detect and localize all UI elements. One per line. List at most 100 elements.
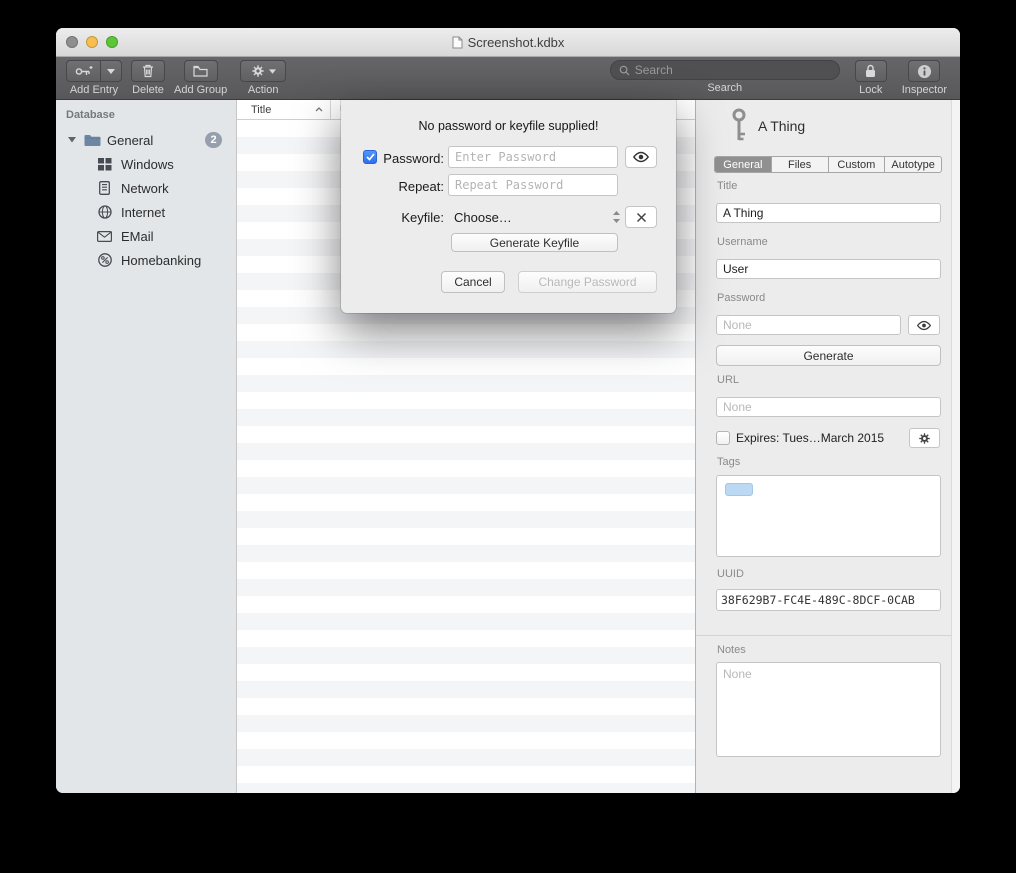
generate-keyfile-label: Generate Keyfile (490, 236, 579, 250)
disclosure-triangle-icon[interactable] (68, 137, 78, 143)
key-plus-icon (67, 61, 101, 81)
password-field-label: Password (717, 292, 765, 304)
password-input[interactable] (716, 315, 901, 335)
sidebar-group-general[interactable]: General 2 (56, 128, 236, 152)
homebanking-percent-icon (96, 253, 113, 267)
password-label: Password: (381, 151, 444, 166)
sidebar-item-label: Windows (121, 157, 174, 172)
tags-field-label: Tags (717, 456, 740, 468)
add-group-button[interactable] (184, 60, 218, 82)
generate-password-button[interactable]: Generate (716, 345, 941, 366)
add-entry-button[interactable] (66, 60, 122, 82)
sidebar-item-email[interactable]: EMail (56, 224, 236, 248)
sort-ascending-icon (315, 107, 323, 112)
chevron-down-icon (269, 69, 276, 74)
lock-icon (865, 64, 876, 78)
sidebar-item-label: EMail (121, 229, 154, 244)
uuid-field-label: UUID (717, 568, 744, 580)
username-input[interactable] (716, 259, 941, 279)
tags-input-area[interactable] (716, 475, 941, 557)
email-envelope-icon (96, 231, 113, 242)
gear-icon (918, 432, 931, 445)
uuid-input[interactable] (716, 589, 941, 611)
trash-icon (142, 64, 154, 78)
zoom-button[interactable] (106, 36, 118, 48)
traffic-lights (66, 36, 118, 48)
sidebar-group-label: General (107, 133, 153, 148)
reveal-password-button[interactable] (625, 146, 657, 168)
dialog-repeat-input[interactable] (448, 174, 618, 196)
generate-label: Generate (803, 349, 853, 363)
url-input[interactable] (716, 397, 941, 417)
window-title-group: Screenshot.kdbx (452, 35, 565, 50)
inspector-button[interactable] (908, 60, 940, 82)
sidebar-item-label: Network (121, 181, 169, 196)
sidebar-item-windows[interactable]: Windows (56, 152, 236, 176)
tab-autotype[interactable]: Autotype (885, 157, 941, 172)
expires-checkbox[interactable] (716, 431, 730, 445)
delete-button[interactable] (131, 60, 165, 82)
sidebar-item-network[interactable]: Network (56, 176, 236, 200)
username-field-label: Username (717, 236, 768, 248)
title-field-label: Title (717, 180, 737, 192)
title-input[interactable] (716, 203, 941, 223)
dialog-password-input[interactable] (448, 146, 618, 168)
window-title: Screenshot.kdbx (468, 35, 565, 50)
add-entry-label: Add Entry (70, 84, 118, 96)
search-label: Search (707, 82, 742, 94)
action-label: Action (248, 84, 279, 96)
keyfile-select[interactable]: Choose… (448, 206, 623, 228)
tab-general[interactable]: General (715, 157, 772, 172)
close-button[interactable] (66, 36, 78, 48)
folder-icon (84, 134, 101, 147)
change-password-label: Change Password (538, 275, 636, 289)
expires-settings-button[interactable] (909, 428, 940, 448)
sidebar-item-label: Internet (121, 205, 165, 220)
x-icon (636, 212, 647, 223)
network-icon (96, 181, 113, 195)
internet-globe-icon (96, 205, 113, 219)
key-icon (729, 108, 749, 147)
app-window: Screenshot.kdbx Add Entry (56, 28, 960, 793)
inspector-scrollbar[interactable] (951, 100, 960, 793)
change-password-dialog: No password or keyfile supplied! Passwor… (341, 100, 676, 313)
tab-files[interactable]: Files (772, 157, 829, 172)
search-box (610, 60, 840, 80)
password-checkbox[interactable] (363, 150, 377, 164)
add-group-label: Add Group (174, 84, 227, 96)
generate-keyfile-button[interactable]: Generate Keyfile (451, 233, 618, 252)
entry-title: A Thing (758, 118, 805, 134)
clear-keyfile-button[interactable] (625, 206, 657, 228)
eye-icon (632, 151, 650, 163)
sidebar-item-label: Homebanking (121, 253, 201, 268)
stepper-icon (612, 210, 621, 224)
cancel-label: Cancel (454, 275, 491, 289)
sidebar-item-homebanking[interactable]: Homebanking (56, 248, 236, 272)
lock-button[interactable] (855, 60, 887, 82)
sidebar-item-internet[interactable]: Internet (56, 200, 236, 224)
search-input[interactable] (635, 63, 831, 77)
windows-icon (96, 158, 113, 171)
document-icon (452, 36, 463, 49)
titlebar: Screenshot.kdbx (56, 28, 960, 57)
reveal-password-button[interactable] (908, 315, 940, 335)
change-password-button[interactable]: Change Password (518, 271, 657, 293)
cancel-button[interactable]: Cancel (441, 271, 505, 293)
chevron-down-icon[interactable] (101, 61, 121, 81)
tab-custom[interactable]: Custom (829, 157, 886, 172)
keyfile-value: Choose… (454, 210, 512, 225)
action-button[interactable] (240, 60, 286, 82)
repeat-label: Repeat: (381, 179, 444, 194)
notes-textarea[interactable] (716, 662, 941, 757)
dialog-message: No password or keyfile supplied! (341, 119, 676, 133)
minimize-button[interactable] (86, 36, 98, 48)
sidebar-section-header: Database (56, 109, 236, 128)
inspector-divider (696, 635, 951, 636)
entry-count-badge: 2 (205, 132, 222, 148)
toolbar: Add Entry Delete Add Group (56, 57, 960, 100)
notes-field-label: Notes (717, 644, 746, 656)
eye-icon (916, 320, 932, 331)
column-header-title[interactable]: Title (237, 100, 331, 119)
folder-icon (193, 65, 208, 77)
tag-pill[interactable] (725, 483, 753, 496)
